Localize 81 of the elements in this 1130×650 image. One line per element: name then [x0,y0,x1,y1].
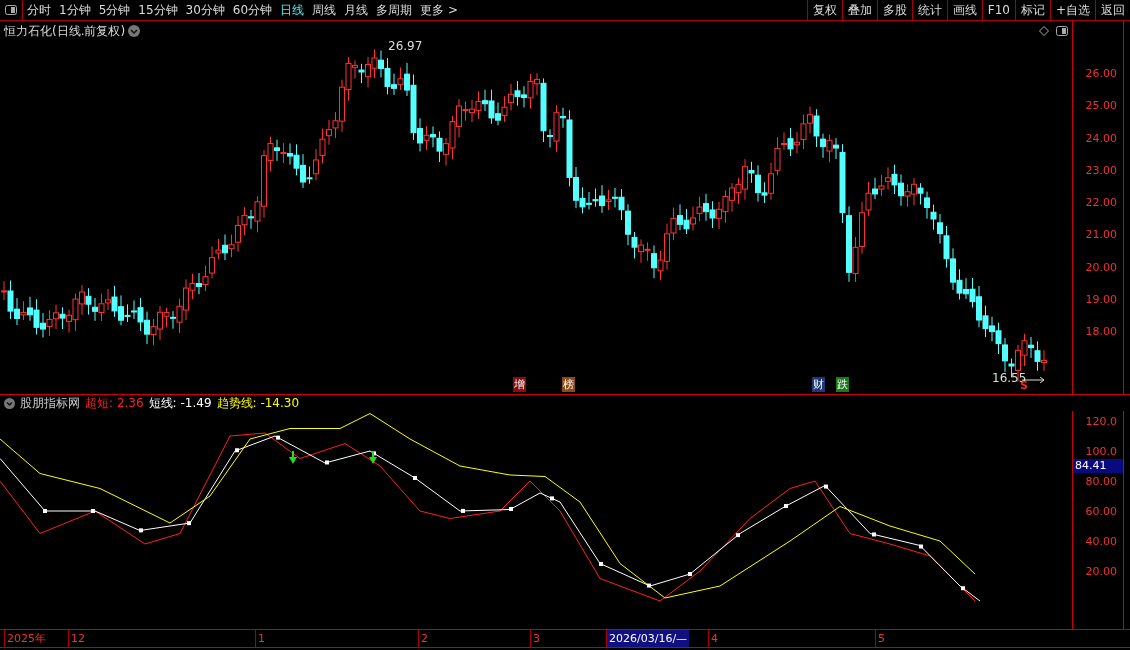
toolbar-button[interactable]: +自选 [1049,0,1095,20]
time-label: 3 [530,630,542,647]
marker-icon [872,532,876,537]
dropdown-icon[interactable] [128,25,140,37]
high-price-label: 26.97 [388,39,423,53]
toolbar-button[interactable]: 画线 [946,0,982,20]
marker-icon [961,586,965,591]
marker-icon [919,544,923,549]
price-tick: 21.00 [1085,227,1117,241]
cursor-value: 84.41 [1073,459,1123,473]
marker-icon [599,561,603,566]
price-tick: 24.00 [1085,131,1117,144]
period-tab[interactable]: 周线 [308,0,341,20]
marker-icon [784,504,788,508]
marker-icon [187,521,191,526]
indicator-value: 短线: -1.49 [148,394,212,412]
marker-icon [824,484,828,489]
indicator-tick: 100.0 [1085,444,1117,458]
indicator-tick: 20.00 [1085,564,1117,578]
period-tab[interactable]: 60分钟 [228,0,277,20]
dropdown-icon[interactable] [4,397,15,409]
toolbar-button[interactable]: F10 [981,0,1015,20]
marker-icon [235,448,239,453]
toolbar-button[interactable]: 多股 [876,0,912,20]
time-label: 2025年 [4,630,48,647]
down-arrow-icon [369,450,377,464]
toolbar-button[interactable]: 统计 [911,0,947,20]
event-tag[interactable]: 跌 [836,377,849,392]
marker-icon [509,506,513,511]
marker-icon [688,572,692,576]
panel-toggle-icon[interactable] [1056,26,1068,36]
indicator-value: 趋势线: -14.30 [216,394,300,412]
toolbar-button[interactable]: 叠加 [841,0,877,20]
price-tick: 23.00 [1085,163,1117,177]
time-label: 4 [708,630,720,647]
price-tick: 22.00 [1085,195,1117,209]
marker-icon [91,509,95,513]
event-tag[interactable]: 榜 [562,377,575,392]
time-label: 2026/03/16/— [606,630,690,647]
price-tick: 25.00 [1085,98,1117,112]
toolbar-button[interactable]: 复权 [806,0,842,20]
marker-icon [43,509,47,513]
indicator-name: 股朋指标网 [20,394,80,412]
time-label: 5 [875,630,887,647]
period-tab[interactable]: 日线 [276,0,309,20]
indicator-tick: 60.00 [1085,504,1117,518]
marker-icon [139,528,143,533]
marker-icon [325,460,329,465]
period-tab[interactable]: 月线 [340,0,373,20]
marker-icon [647,583,651,588]
period-tab[interactable]: 30分钟 [181,0,229,20]
period-tab[interactable]: 15分钟 [134,0,182,20]
marker-icon [372,451,376,456]
toolbar-button[interactable]: 返回 [1095,0,1130,20]
time-label: 12 [68,630,87,647]
period-tab[interactable]: 更多 > [416,0,462,20]
marker-icon [550,496,554,501]
indicator-tick: 40.00 [1085,534,1117,548]
marker-icon [276,435,280,440]
indicator-tick: 80.00 [1085,474,1117,488]
marker-icon [413,476,417,480]
marker-icon [736,533,740,538]
down-arrow-icon [289,450,297,464]
time-label: 2 [418,630,430,647]
price-tick: 26.00 [1085,66,1117,80]
period-tab[interactable]: 分时 [23,0,55,20]
diamond-icon[interactable] [1039,26,1049,36]
indicator-value: 超短: 2.36 [85,394,144,412]
event-tag[interactable]: 财 [812,377,825,392]
price-tick: 18.00 [1085,324,1117,338]
chart-title: 恒力石化(日线.前复权) [4,23,126,40]
marker-icon [461,508,465,513]
event-tag[interactable]: 增 [513,377,526,392]
time-label: 1 [255,630,267,647]
period-tab[interactable]: 多周期 [372,0,417,20]
period-tab[interactable]: 1分钟 [55,0,95,20]
indicator-tick: 120.0 [1085,414,1117,428]
toolbar-button[interactable]: 标记 [1014,0,1050,20]
price-tick: 20.00 [1085,260,1117,273]
price-tick: 19.00 [1085,292,1117,306]
period-tab[interactable]: 5分钟 [94,0,135,20]
